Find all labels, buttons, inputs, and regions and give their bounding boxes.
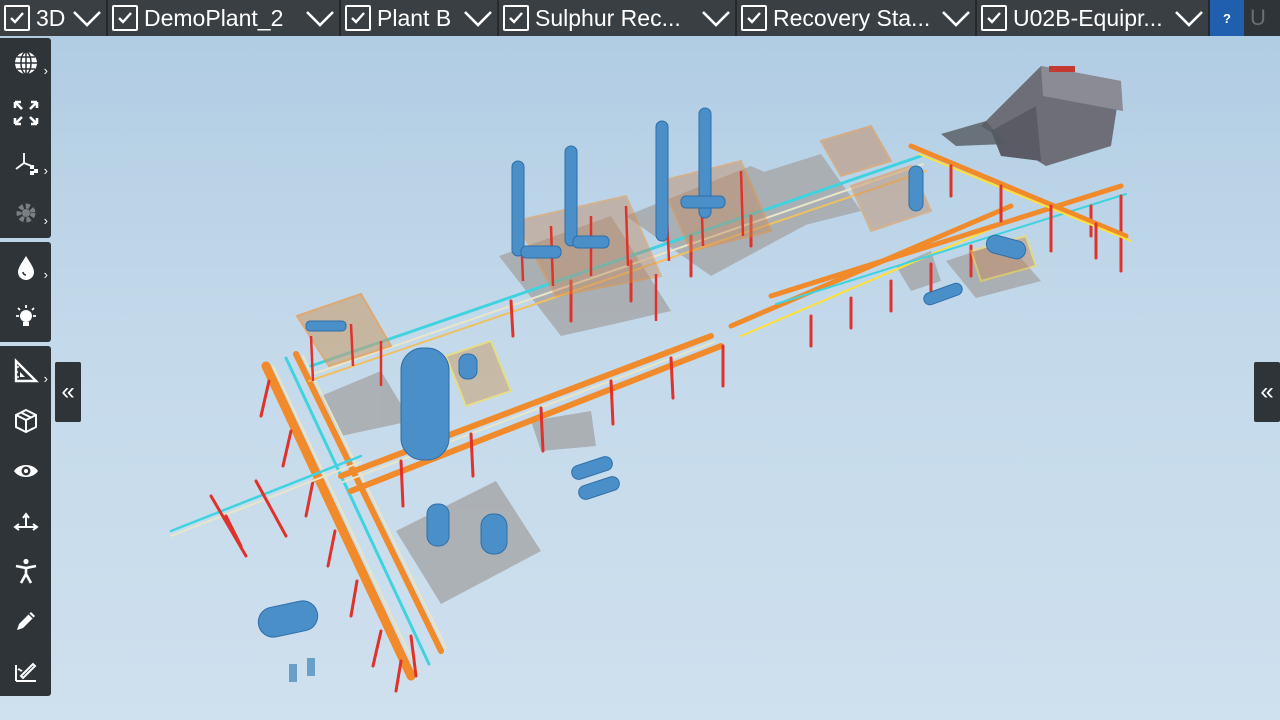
settings-gear-icon [16, 203, 35, 223]
filter-plant[interactable]: DemoPlant_2 [108, 0, 341, 36]
fit-view-icon [13, 100, 38, 126]
water-drop-button[interactable]: › [0, 242, 51, 292]
toolbar-group-tools: › [0, 346, 51, 696]
chevron-down-icon[interactable] [701, 6, 731, 30]
next-filter-partial[interactable]: U [1244, 0, 1278, 36]
walk-button[interactable] [0, 546, 51, 596]
settings-button[interactable]: › [0, 188, 51, 238]
chevron-down-icon[interactable] [305, 6, 335, 30]
filter-label: 3D [36, 4, 66, 31]
measure-icon [14, 358, 39, 383]
chevron-down-icon[interactable] [1174, 6, 1204, 30]
box-button[interactable] [0, 396, 51, 446]
eye-icon [13, 465, 38, 477]
scanned-building [941, 66, 1123, 166]
checkbox-icon[interactable] [503, 5, 529, 31]
light-bulb-icon [15, 305, 36, 326]
move-axis-button[interactable] [0, 496, 51, 546]
filter-label: Plant B [377, 4, 452, 31]
water-drop-icon [17, 256, 34, 280]
chevron-down-icon[interactable] [463, 6, 493, 30]
filter-bar: 3D DemoPlant_2 Plant B Sulphur Rec... Re… [0, 0, 1280, 36]
measure-button[interactable]: › [0, 346, 51, 396]
submenu-arrow-icon: › [43, 371, 48, 386]
fit-view-button[interactable] [0, 88, 51, 138]
filter-3d[interactable]: 3D [0, 0, 108, 36]
axes-button[interactable]: › [0, 138, 51, 188]
checkbox-icon[interactable] [345, 5, 371, 31]
3d-viewport[interactable] [51, 36, 1280, 720]
filter-unit[interactable]: Sulphur Rec... [499, 0, 737, 36]
checkbox-icon[interactable] [112, 5, 138, 31]
light-button[interactable] [0, 292, 51, 342]
globe-button[interactable]: › [0, 38, 51, 88]
submenu-arrow-icon: › [43, 163, 48, 178]
checkbox-icon[interactable] [981, 5, 1007, 31]
box-icon [14, 408, 37, 434]
left-toolbar: › › › › › [0, 38, 51, 720]
axes-icon [14, 153, 38, 175]
filter-label: U02B-Equipr... [1013, 4, 1163, 31]
filter-equipment[interactable]: U02B-Equipr... [977, 0, 1210, 36]
filter-area[interactable]: Plant B [341, 0, 499, 36]
filter-system[interactable]: Recovery Sta... [737, 0, 977, 36]
globe-icon [14, 51, 37, 75]
pencil-button[interactable] [0, 596, 51, 646]
filter-label: Recovery Sta... [773, 4, 931, 31]
submenu-arrow-icon: › [43, 267, 48, 282]
submenu-arrow-icon: › [43, 63, 48, 78]
markup-icon [14, 662, 36, 682]
walk-person-icon [15, 558, 36, 584]
checkbox-icon[interactable] [741, 5, 767, 31]
filter-label: Sulphur Rec... [535, 4, 681, 31]
pump-skids [289, 658, 315, 682]
visibility-button[interactable] [0, 446, 51, 496]
checkbox-icon[interactable] [4, 5, 30, 31]
help-button[interactable]: ? [1210, 0, 1244, 36]
markup-button[interactable] [0, 646, 51, 696]
toolbar-group-display: › [0, 242, 51, 342]
chevron-down-icon[interactable] [941, 6, 971, 30]
pencil-icon [16, 612, 35, 630]
submenu-arrow-icon: › [43, 213, 48, 228]
chevron-down-icon[interactable] [72, 6, 102, 30]
toolbar-group-view: › › › [0, 38, 51, 238]
filter-label: DemoPlant_2 [144, 4, 284, 31]
move-axis-icon [12, 512, 39, 531]
